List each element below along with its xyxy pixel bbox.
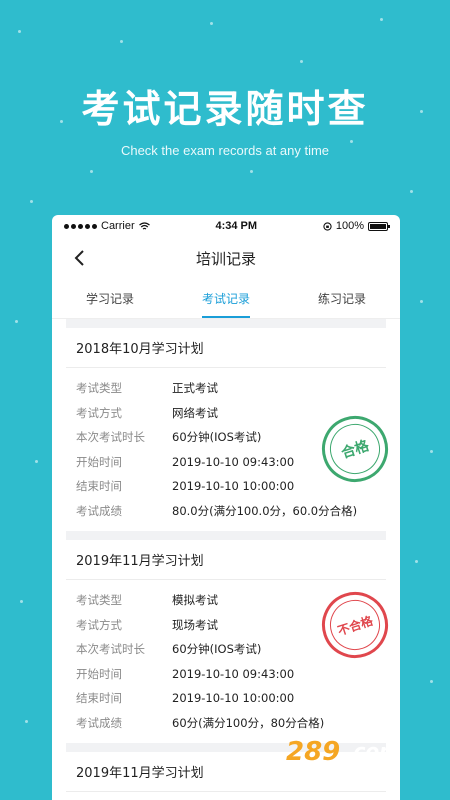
nav-bar: 培训记录 <box>52 237 400 279</box>
field-value: 80.0分(满分100.0分，60.0分合格) <box>172 503 358 518</box>
site-watermark-logo: 289 .com 手游网 <box>286 737 400 781</box>
hero-title: 考试记录随时查 <box>81 87 369 131</box>
field-label: 本次考试时长 <box>76 642 145 657</box>
field-value: 60分钟(IOS考试) <box>172 430 262 445</box>
field-label: 考试方式 <box>76 617 122 632</box>
tab-exam-records[interactable]: 考试记录 <box>168 279 284 318</box>
field-label: 考试类型 <box>76 593 122 608</box>
field-label: 开始时间 <box>76 666 122 681</box>
status-time: 4:34 PM <box>215 220 258 232</box>
exam-record-card[interactable]: 2019年11月学习计划 考试类型 模拟考试 考试方式 现场考试 本次考试时长 60分… <box>52 540 400 743</box>
tab-study-records[interactable]: 学习记录 <box>52 279 168 318</box>
hero-subtitle: Check the exam records at any time <box>120 143 330 158</box>
field-label: 开始时间 <box>76 454 122 469</box>
section-divider <box>66 319 386 328</box>
carrier-label: Carrier <box>101 220 135 232</box>
status-bar: Carrier 4:34 PM 100% <box>52 215 400 237</box>
field-label: 结束时间 <box>76 691 122 706</box>
field-value: 现场考试 <box>172 617 218 632</box>
field-value: 2019-10-10 10:00:00 <box>172 479 295 494</box>
signal-icon <box>64 223 97 229</box>
phone-screen: Carrier 4:34 PM 100% 培训记录 学习记录 考试记录 练习记录… <box>52 215 400 800</box>
field-value: 网络考试 <box>172 405 218 420</box>
field-label: 考试类型 <box>76 381 122 396</box>
svg-text:.com: .com <box>346 739 400 763</box>
field-value: 模拟考试 <box>172 593 218 608</box>
field-label: 考试方式 <box>76 405 122 420</box>
svg-text:手游网: 手游网 <box>354 764 396 781</box>
section-divider <box>66 531 386 540</box>
tab-practice-records[interactable]: 练习记录 <box>284 279 400 318</box>
field-value: 2019-10-10 09:43:00 <box>172 666 295 681</box>
wifi-icon <box>138 221 150 229</box>
record-title: 2019年11月学习计划 <box>66 540 386 580</box>
field-value: 正式考试 <box>172 381 218 396</box>
page-title: 培训记录 <box>195 249 256 268</box>
battery-percent: 100% <box>335 220 364 232</box>
field-label: 结束时间 <box>76 479 122 494</box>
field-value: 60分(满分100分，80分合格) <box>172 715 325 730</box>
tab-bar: 学习记录 考试记录 练习记录 <box>52 279 400 319</box>
record-title: 2018年10月学习计划 <box>66 328 386 368</box>
stamp-label: 合格 <box>339 438 372 462</box>
field-value: 2019-10-10 09:43:00 <box>172 454 295 469</box>
rotation-lock-icon <box>323 221 332 231</box>
field-label: 考试成绩 <box>76 503 122 518</box>
field-value: 2019-10-10 10:00:00 <box>172 691 295 706</box>
field-label: 考试成绩 <box>76 715 122 730</box>
back-arrow-icon[interactable] <box>72 249 88 267</box>
field-value: 60分钟(IOS考试) <box>172 642 262 657</box>
battery-icon <box>368 221 390 231</box>
svg-text:289: 289 <box>286 737 340 767</box>
field-label: 本次考试时长 <box>76 430 145 445</box>
exam-record-card[interactable]: 2018年10月学习计划 考试类型 正式考试 考试方式 网络考试 本次考试时长 60分… <box>52 328 400 531</box>
stamp-label: 不合格 <box>335 613 375 638</box>
